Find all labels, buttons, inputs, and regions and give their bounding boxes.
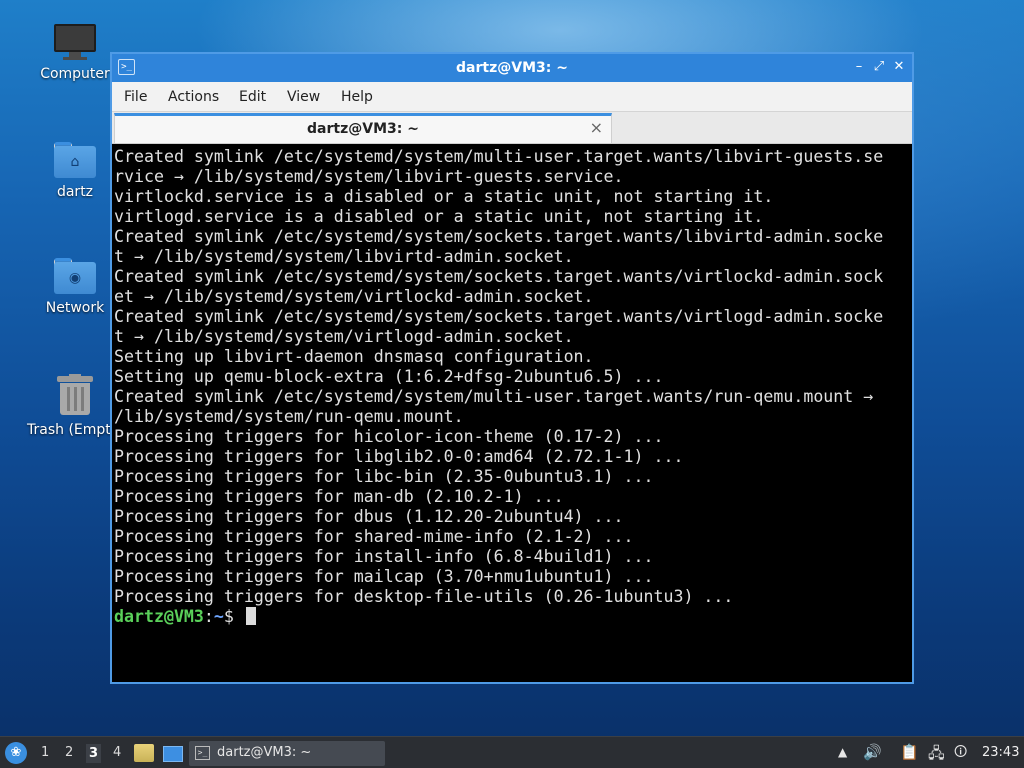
terminal-line: /lib/systemd/system/run-qemu.mount. — [114, 407, 464, 426]
terminal-line: t → /lib/systemd/system/libvirtd-admin.s… — [114, 247, 574, 266]
desktop-icon-label: dartz — [56, 184, 94, 200]
taskbar: ❀ 1 2 3 4 >_ dartz@VM3: ~ ▲ 🔊 📋 🖧 🛈 23:4… — [0, 736, 1024, 768]
trash-icon — [55, 374, 95, 416]
terminal-line: Processing triggers for man-db (2.10.2-1… — [114, 487, 564, 506]
terminal-line: Created symlink /etc/systemd/system/mult… — [114, 147, 884, 166]
clock: 23:43 — [982, 745, 1020, 760]
taskbar-item-terminal[interactable]: >_ dartz@VM3: ~ — [189, 741, 385, 766]
workspace-2[interactable]: 2 — [65, 745, 73, 760]
terminal-line: Processing triggers for desktop-file-uti… — [114, 587, 734, 606]
show-desktop-icon[interactable] — [163, 746, 183, 762]
terminal-line: virtlockd.service is a disabled or a sta… — [114, 187, 774, 206]
prompt-separator: : — [203, 607, 214, 626]
terminal-line: Created symlink /etc/systemd/system/sock… — [114, 227, 884, 246]
terminal-line: rvice → /lib/systemd/system/libvirt-gues… — [114, 167, 624, 186]
tab-label: dartz@VM3: ~ — [307, 121, 419, 137]
taskbar-item-label: dartz@VM3: ~ — [217, 745, 312, 760]
terminal-window[interactable]: >_ dartz@VM3: ~ – ⤢ ✕ File Actions Edit … — [110, 52, 914, 684]
close-button[interactable]: ✕ — [890, 58, 908, 76]
workspace-4[interactable]: 4 — [113, 745, 121, 760]
terminal-line: Processing triggers for install-info (6.… — [114, 547, 654, 566]
maximize-button[interactable]: ⤢ — [870, 58, 888, 76]
terminal-line: Processing triggers for libc-bin (2.35-0… — [114, 467, 654, 486]
menu-file[interactable]: File — [124, 89, 147, 105]
workspace-1[interactable]: 1 — [41, 745, 49, 760]
home-folder-icon: ⌂ — [54, 142, 96, 178]
menu-view[interactable]: View — [287, 89, 320, 105]
terminal-line: Processing triggers for shared-mime-info… — [114, 527, 634, 546]
tab-terminal[interactable]: dartz@VM3: ~ × — [114, 113, 612, 143]
desktop-icon-network[interactable]: ◉ Network — [27, 258, 123, 316]
update-icon[interactable]: ▲ — [838, 745, 847, 759]
menu-edit[interactable]: Edit — [239, 89, 266, 105]
terminal-line: Processing triggers for mailcap (3.70+nm… — [114, 567, 654, 586]
terminal-prompt[interactable]: dartz@VM3:~$ — [114, 607, 910, 627]
terminal-line: virtlogd.service is a disabled or a stat… — [114, 207, 764, 226]
menu-bar: File Actions Edit View Help — [112, 82, 912, 112]
terminal-line: Setting up qemu-block-extra (1:6.2+dfsg-… — [114, 367, 664, 386]
text-cursor — [245, 607, 256, 625]
desktop-icon-label: Network — [45, 300, 105, 316]
file-manager-icon[interactable] — [134, 744, 154, 762]
desktop-icon-trash[interactable]: Trash (Empty) — [27, 374, 125, 438]
desktop-icon-home[interactable]: ⌂ dartz — [27, 142, 123, 200]
terminal-line: et → /lib/systemd/system/virtlockd-admin… — [114, 287, 594, 306]
tab-close-icon[interactable]: × — [590, 118, 603, 137]
desktop-icon-label: Trash (Empty) — [27, 422, 125, 438]
prompt-path: ~ — [213, 607, 224, 626]
network-folder-icon: ◉ — [54, 258, 96, 294]
workspace-3[interactable]: 3 — [86, 744, 102, 763]
terminal-line: Created symlink /etc/systemd/system/mult… — [114, 387, 874, 406]
terminal-output[interactable]: Created symlink /etc/systemd/system/mult… — [112, 144, 912, 682]
terminal-line: Created symlink /etc/systemd/system/sock… — [114, 267, 884, 286]
network-icon[interactable]: 🖧 — [928, 743, 945, 768]
terminal-line: t → /lib/systemd/system/virtlogd-admin.s… — [114, 327, 574, 346]
minimize-button[interactable]: – — [850, 58, 868, 76]
desktop-icon-label: Computer — [40, 66, 110, 82]
clipboard-icon[interactable]: 📋 — [900, 743, 919, 761]
terminal-line: Created symlink /etc/systemd/system/sock… — [114, 307, 884, 326]
volume-icon[interactable]: 🔊 — [863, 743, 882, 761]
computer-icon — [54, 24, 96, 60]
menu-help[interactable]: Help — [341, 89, 373, 105]
terminal-line: Processing triggers for libglib2.0-0:amd… — [114, 447, 684, 466]
window-title: dartz@VM3: ~ — [456, 60, 568, 76]
prompt-symbol: $ — [223, 607, 244, 626]
terminal-line: Processing triggers for hicolor-icon-the… — [114, 427, 664, 446]
terminal-line: Processing triggers for dbus (1.12.20-2u… — [114, 507, 624, 526]
prompt-user-host: dartz@VM3 — [114, 607, 204, 626]
notification-icon[interactable]: 🛈 — [954, 743, 967, 765]
terminal-icon: >_ — [195, 746, 210, 760]
menu-actions[interactable]: Actions — [168, 89, 219, 105]
start-menu-icon[interactable]: ❀ — [5, 742, 27, 764]
terminal-line: Setting up libvirt-daemon dnsmasq config… — [114, 347, 594, 366]
window-titlebar[interactable]: >_ dartz@VM3: ~ – ⤢ ✕ — [112, 54, 912, 82]
desktop-icon-computer[interactable]: Computer — [27, 24, 123, 82]
tab-bar: dartz@VM3: ~ × — [112, 112, 912, 144]
